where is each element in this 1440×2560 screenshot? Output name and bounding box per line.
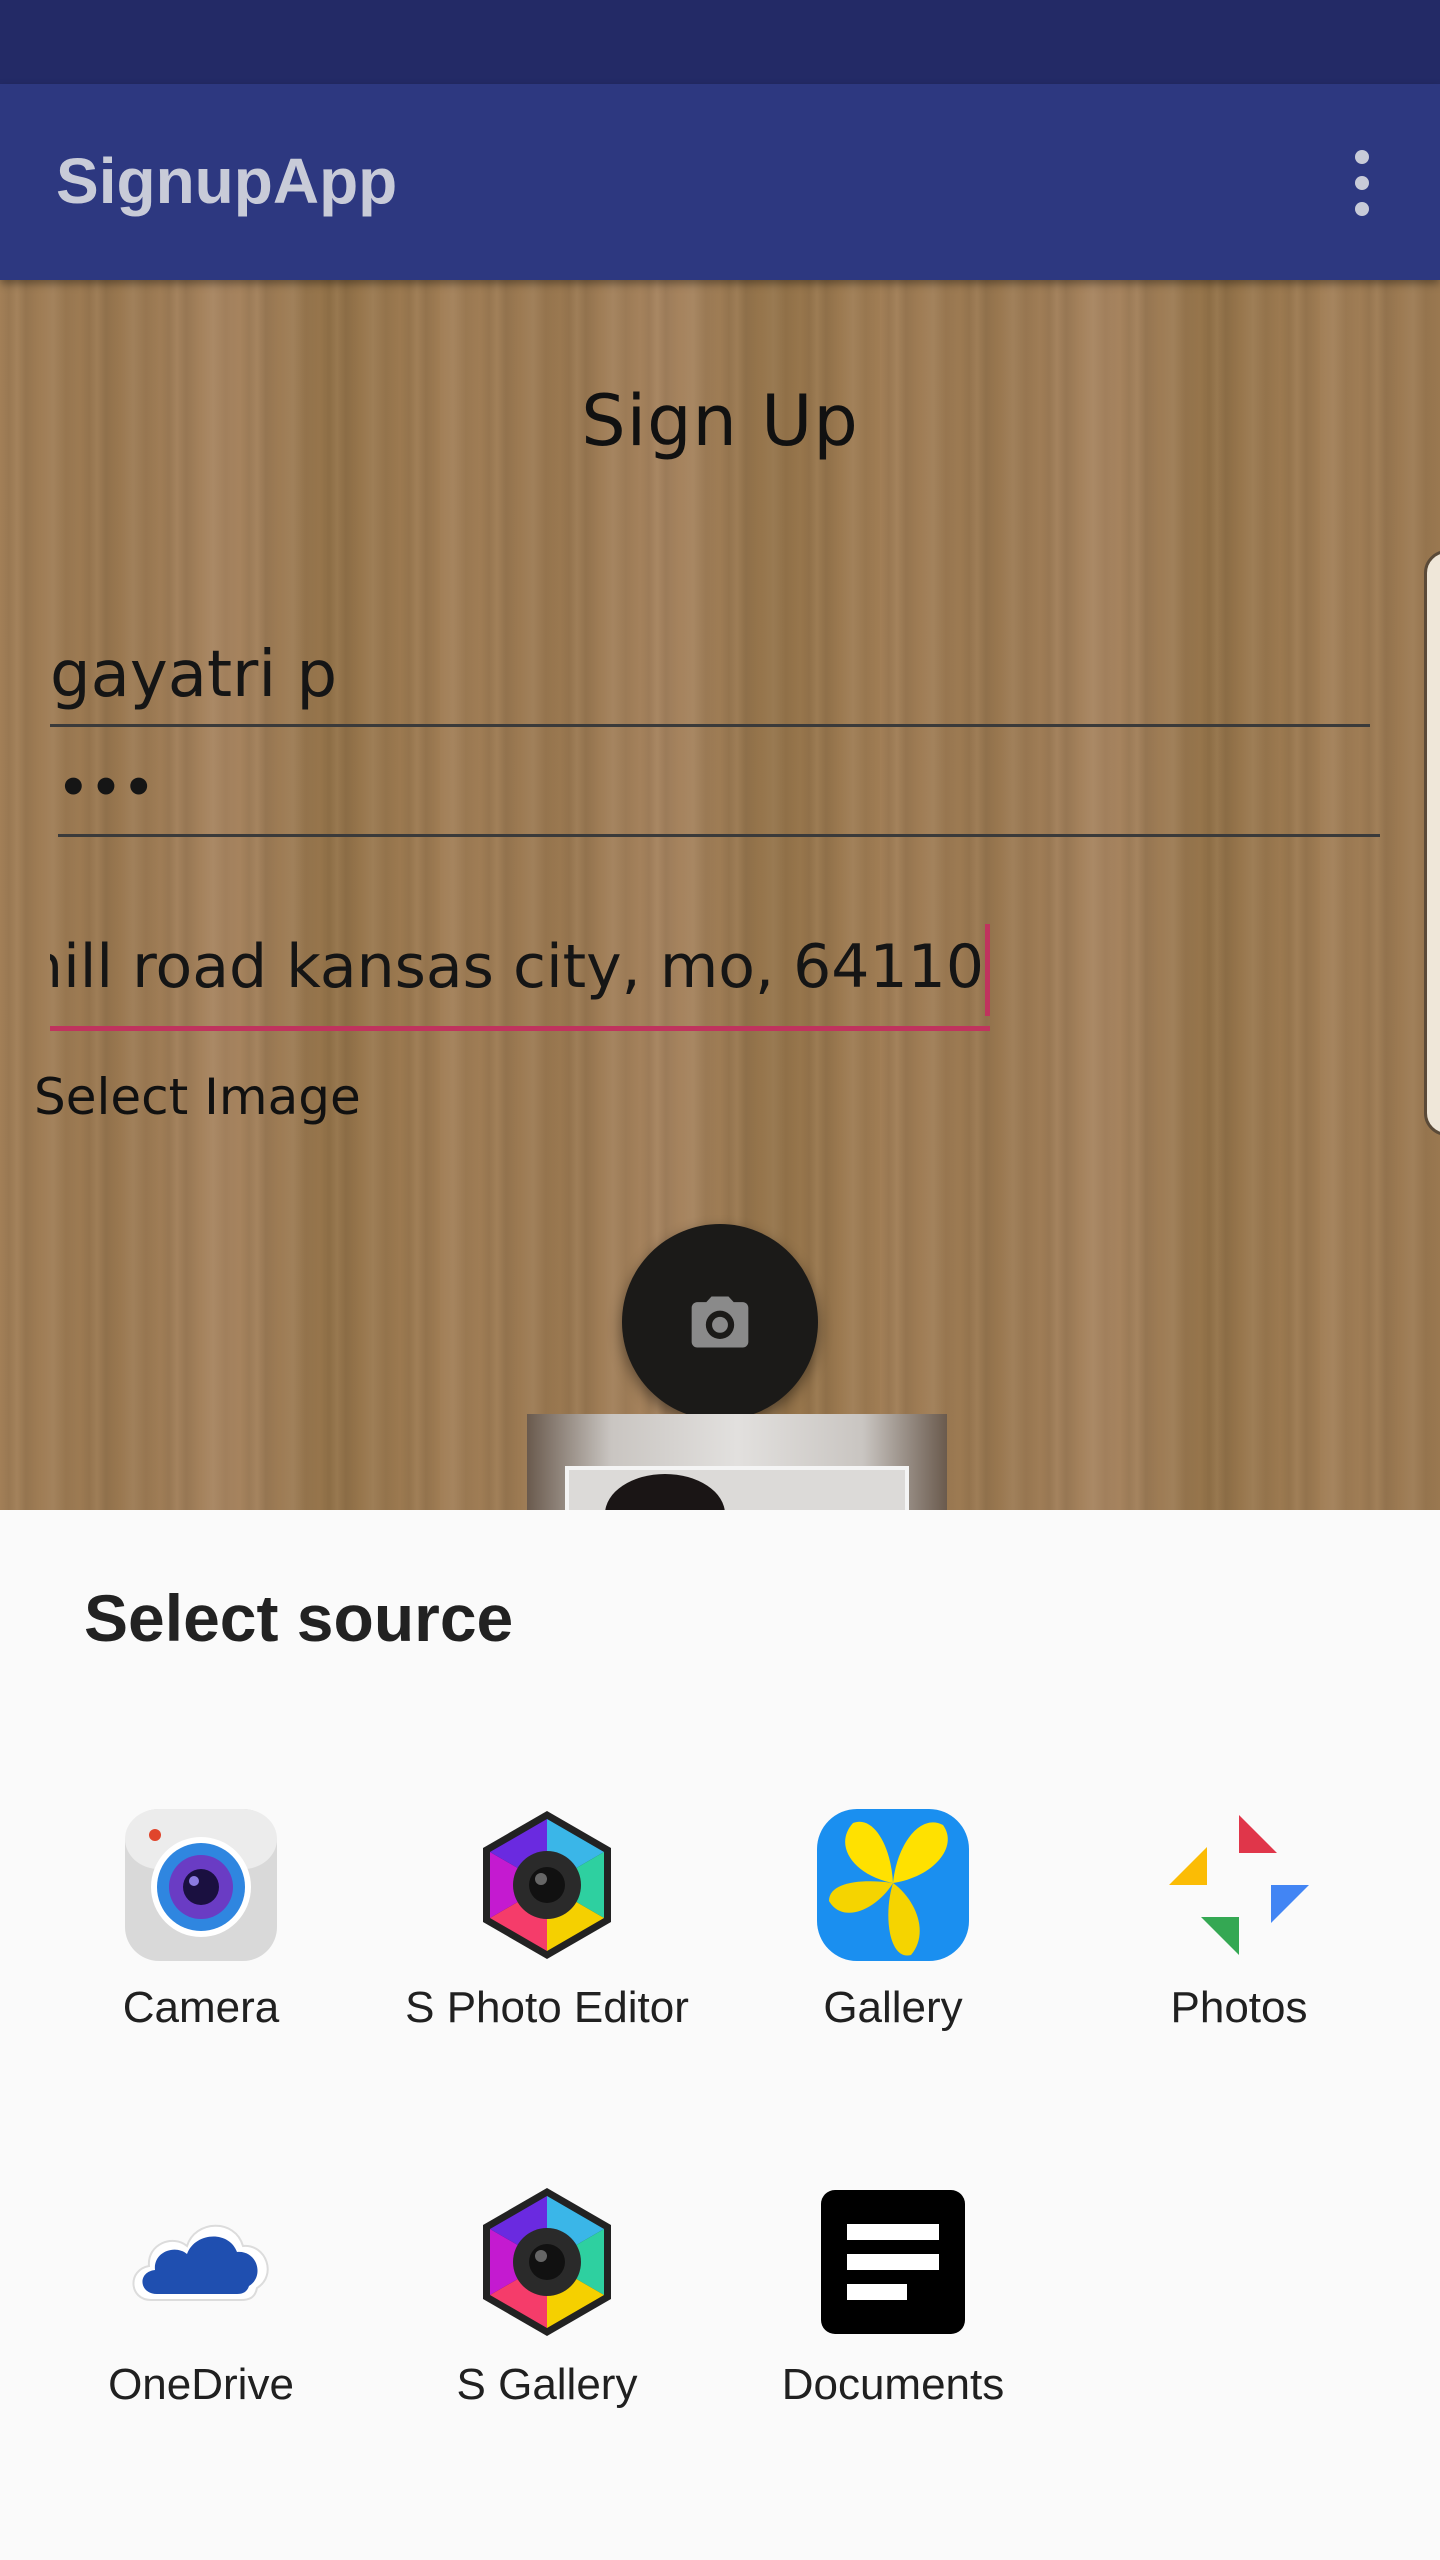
- address-field[interactable]: ockhill road kansas city, mo, 64110: [50, 900, 990, 1031]
- chooser-item-label: S Photo Editor: [405, 1983, 689, 2032]
- password-field-value: •••: [58, 760, 157, 816]
- chooser-item-camera[interactable]: Camera: [31, 1805, 371, 2105]
- s-gallery-icon: [483, 2188, 611, 2336]
- onedrive-cloud-icon: [132, 2224, 269, 2301]
- more-vert-icon[interactable]: [1340, 144, 1384, 224]
- chooser-item-label: OneDrive: [108, 2360, 294, 2409]
- chooser-title: Select source: [84, 1581, 514, 1655]
- chooser-item-s-photo-editor[interactable]: S Photo Editor: [377, 1805, 717, 2105]
- selected-image-preview: [527, 1414, 947, 1510]
- chooser-item-onedrive[interactable]: OneDrive: [31, 2182, 371, 2482]
- chooser-item-documents[interactable]: Documents: [723, 2182, 1063, 2482]
- page-title: Sign Up: [581, 380, 859, 462]
- app-title: SignupApp: [56, 145, 398, 217]
- chooser-item-label: Documents: [781, 2360, 1005, 2409]
- chooser-item-label: S Gallery: [456, 2360, 638, 2409]
- camera-button[interactable]: [622, 1224, 818, 1420]
- address-field-value: ockhill road kansas city, mo, 64110: [50, 932, 984, 1002]
- chooser-item-label: Gallery: [823, 1983, 963, 2032]
- photos-pinwheel-icon: [1169, 1815, 1309, 1955]
- status-bar: [0, 0, 1440, 84]
- documents-icon: [821, 2190, 965, 2334]
- text-cursor: [985, 924, 990, 1016]
- password-field[interactable]: •••: [58, 760, 1380, 837]
- gallery-icon: [817, 1809, 969, 1961]
- name-field[interactable]: gayatri p: [50, 630, 1370, 727]
- camera-icon: [691, 1296, 749, 1348]
- photo-editor-icon: [483, 1811, 611, 1959]
- edge-panel-handle[interactable]: [1424, 550, 1440, 1136]
- chooser-item-gallery[interactable]: Gallery: [723, 1805, 1063, 2105]
- signup-form-background: Sign Up gayatri p ••• ockhill road kansa…: [0, 280, 1440, 1510]
- camera-app-icon: [125, 1809, 277, 1961]
- chooser-sheet: Select source Camera S Photo Editor Gall…: [0, 1510, 1440, 2560]
- app-bar: SignupApp: [0, 84, 1440, 280]
- name-field-value: gayatri p: [50, 638, 338, 712]
- chooser-item-s-gallery[interactable]: S Gallery: [377, 2182, 717, 2482]
- chooser-item-label: Camera: [122, 1983, 280, 2032]
- chooser-item-label: Photos: [1170, 1983, 1308, 2032]
- chooser-item-photos[interactable]: Photos: [1069, 1805, 1409, 2105]
- select-image-label: Select Image: [34, 1068, 361, 1126]
